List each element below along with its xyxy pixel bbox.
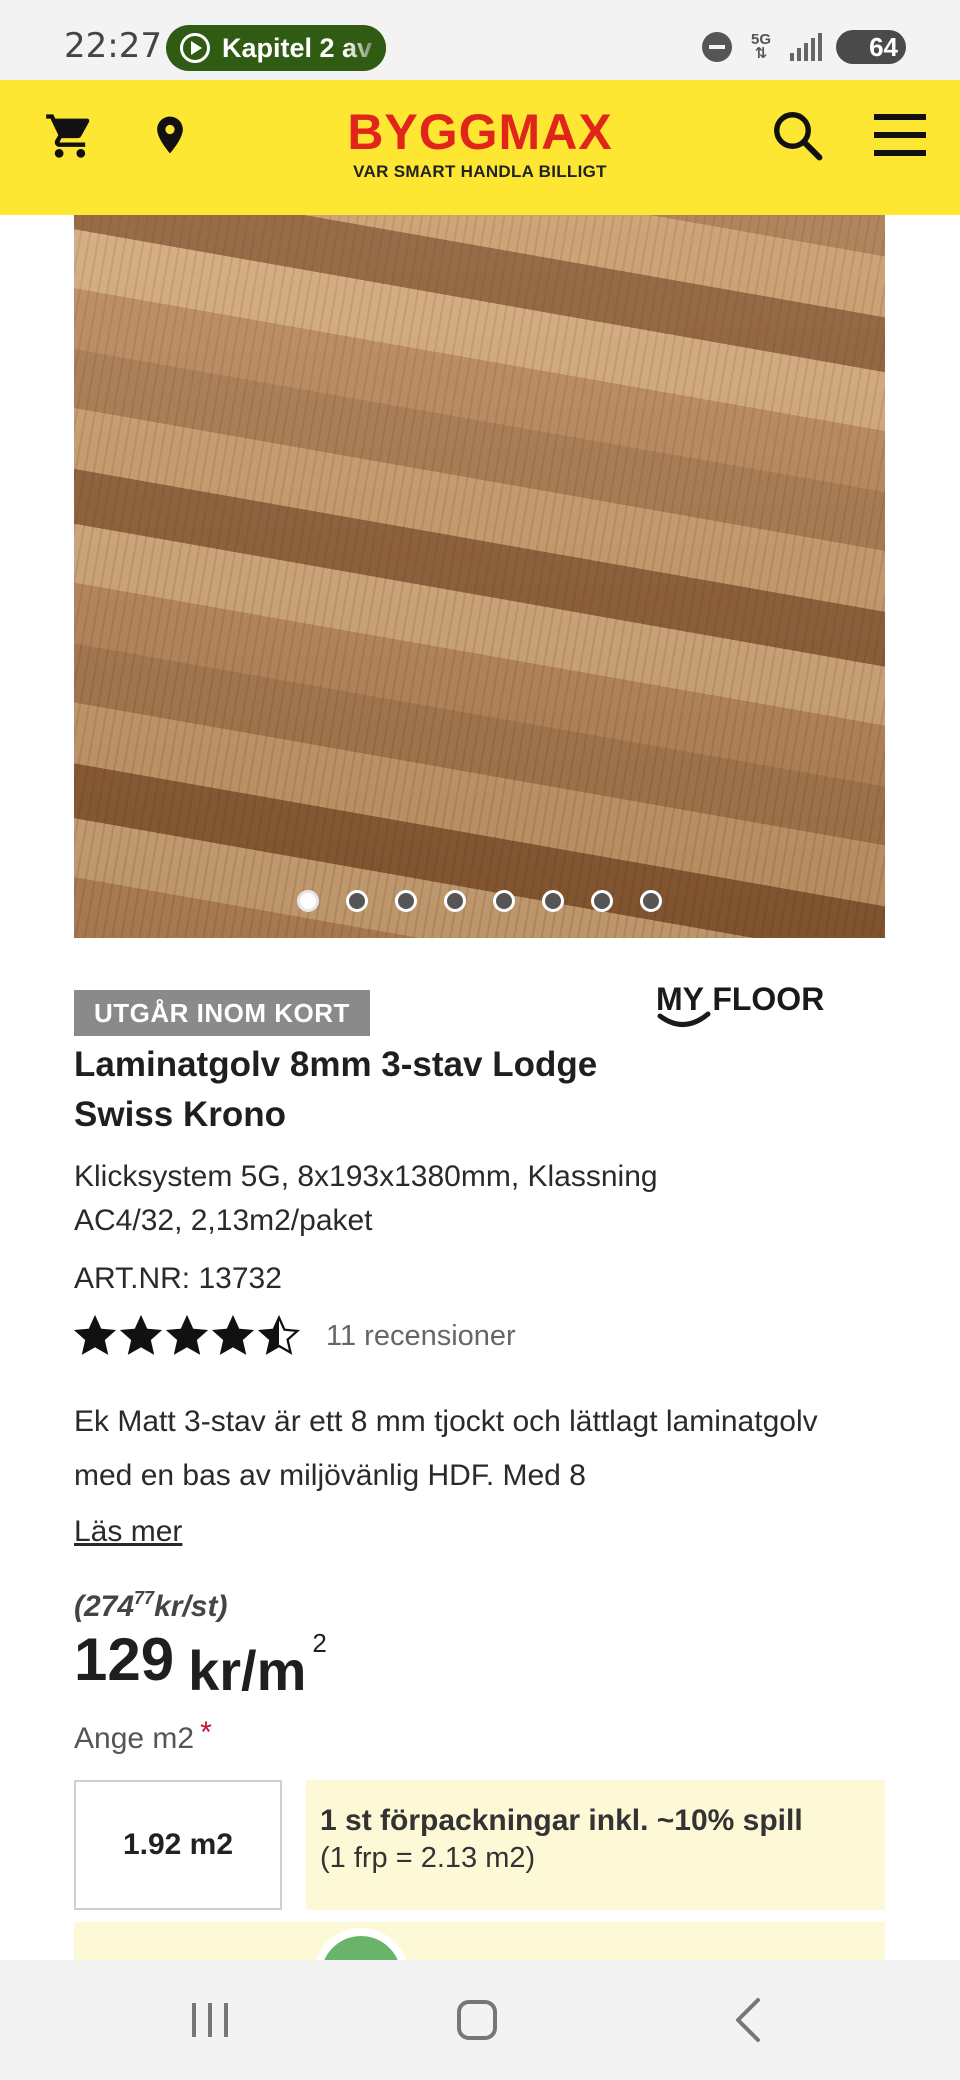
status-time: 22:27: [64, 26, 162, 66]
cart-icon[interactable]: [44, 110, 96, 162]
price-unit: kr/m: [188, 1639, 307, 1702]
carousel-dot[interactable]: [395, 890, 417, 912]
site-header: BYGGMAX VAR SMART HANDLA BILLIGT: [0, 80, 960, 215]
media-playback-pill[interactable]: Kapitel 2 av: [166, 25, 386, 71]
read-more-link[interactable]: Läs mer: [74, 1515, 182, 1549]
price-unit-exponent: 2: [312, 1628, 327, 1658]
menu-icon[interactable]: [874, 112, 926, 158]
carousel-dots: [74, 890, 885, 912]
next-section-strip: [74, 1922, 885, 1962]
back-icon[interactable]: [688, 1960, 808, 2080]
carousel-dot[interactable]: [346, 890, 368, 912]
article-number: ART.NR: 13732: [74, 1262, 282, 1295]
carousel-dot[interactable]: [493, 890, 515, 912]
carousel-dot[interactable]: [297, 890, 319, 912]
package-size: (1 frp = 2.13 m2): [320, 1842, 536, 1874]
brand-logo[interactable]: MY FLOOR: [656, 980, 876, 1040]
unit-price: (27477kr/st): [74, 1588, 228, 1623]
status-icons: 5G ⇅ 64: [702, 30, 906, 64]
carousel-dot[interactable]: [640, 890, 662, 912]
system-nav-bar: [0, 1960, 960, 2080]
search-icon[interactable]: [770, 108, 824, 162]
product-long-description: Ek Matt 3-stav är ett 8 mm tjockt och lä…: [74, 1405, 818, 1492]
signal-icon: [790, 33, 822, 61]
recent-apps-icon[interactable]: [150, 1960, 270, 2080]
home-icon[interactable]: [417, 1960, 537, 2080]
carousel-dot[interactable]: [542, 890, 564, 912]
logo-wordmark: BYGGMAX: [347, 104, 613, 160]
network-5g-icon: 5G ⇅: [750, 31, 771, 62]
rating-stars: [74, 1315, 300, 1357]
do-not-disturb-icon: [702, 32, 732, 62]
price: 129 kr/m 2: [74, 1625, 327, 1702]
battery-icon: 64: [836, 30, 906, 64]
star-half-icon: [258, 1315, 300, 1355]
required-marker: *: [200, 1716, 212, 1749]
package-info: 1 st förpackningar inkl. ~10% spill (1 f…: [306, 1780, 885, 1910]
product-rating[interactable]: 11 recensioner: [74, 1315, 516, 1357]
status-bar: 22:27 Kapitel 2 av 5G ⇅ 64: [0, 0, 960, 80]
product-image-carousel[interactable]: [74, 215, 885, 938]
carousel-dot[interactable]: [444, 890, 466, 912]
star-full-icon: [166, 1315, 208, 1355]
star-full-icon: [212, 1315, 254, 1355]
star-full-icon: [74, 1315, 116, 1355]
package-count: 1 st förpackningar inkl. ~10% spill: [320, 1804, 803, 1837]
product-title: Laminatgolv 8mm 3-stav Lodge Swiss Krono: [74, 1045, 598, 1134]
quantity-input[interactable]: 1.92 m2: [74, 1780, 282, 1910]
logo-tagline: VAR SMART HANDLA BILLIGT: [353, 162, 607, 181]
location-pin-icon[interactable]: [148, 108, 192, 162]
svg-text:MY FLOOR: MY FLOOR: [656, 981, 824, 1017]
review-count[interactable]: 11 recensioner: [326, 1320, 516, 1353]
star-full-icon: [120, 1315, 162, 1355]
status-badge: UTGÅR INOM KORT: [74, 990, 370, 1036]
product-short-description: Klicksystem 5G, 8x193x1380mm, Klassning …: [74, 1160, 658, 1237]
price-value: 129: [74, 1626, 175, 1693]
byggmax-logo[interactable]: BYGGMAX VAR SMART HANDLA BILLIGT: [340, 106, 620, 182]
carousel-dot[interactable]: [591, 890, 613, 912]
quantity-label: Ange m2 *: [74, 1716, 212, 1755]
play-icon: [180, 33, 210, 63]
